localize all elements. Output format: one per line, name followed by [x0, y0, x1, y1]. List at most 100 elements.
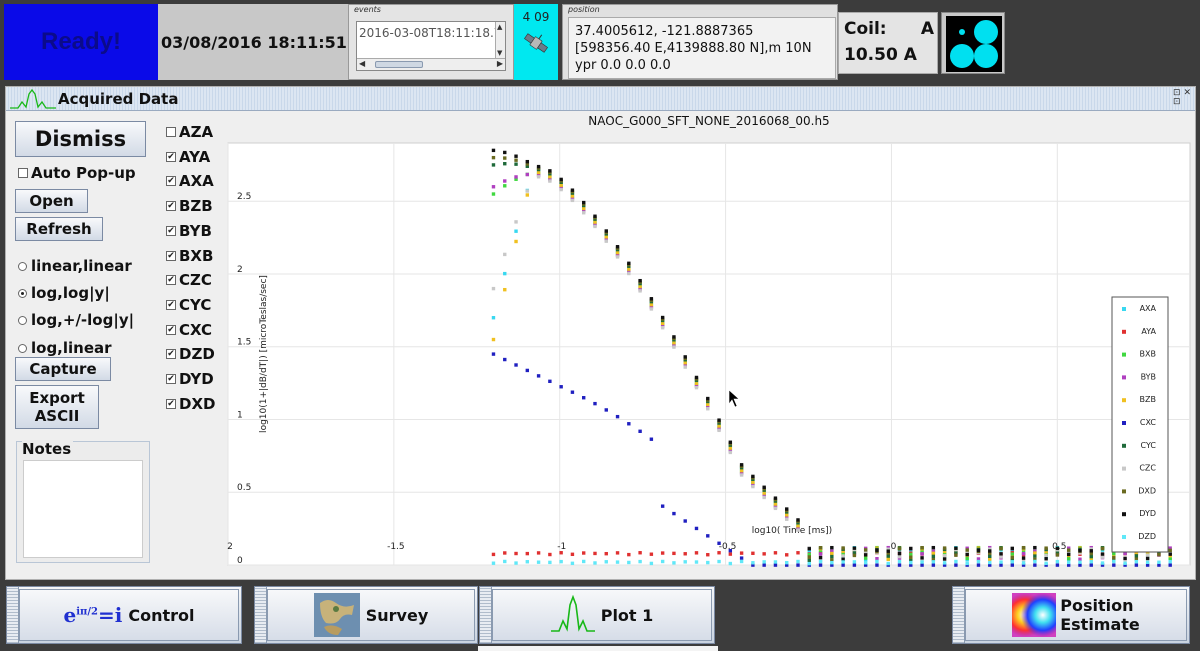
- checkbox-box[interactable]: ✔: [166, 225, 176, 236]
- data-point-dyd: [751, 474, 755, 479]
- y-tick-label: 2.5: [237, 192, 251, 202]
- scale-radio-3[interactable]: log,linear: [18, 339, 112, 357]
- tab-control-body[interactable]: eiπ/2=i Control: [19, 589, 239, 641]
- events-panel: events 2016-03-08T18:11:18.7 ▲ ▼ ◀ ▶: [348, 4, 514, 80]
- data-point-dzd: [525, 560, 530, 564]
- checkbox-box[interactable]: ✔: [166, 201, 176, 212]
- refresh-button[interactable]: Refresh: [15, 217, 103, 241]
- notes-label: Notes: [22, 440, 74, 458]
- data-point-dyd: [931, 545, 936, 550]
- scroll-up-icon[interactable]: ▲: [497, 23, 502, 31]
- events-horizontal-scrollbar[interactable]: ◀ ▶: [357, 58, 505, 70]
- data-point-dzd: [818, 559, 823, 564]
- maximize-icon[interactable]: ⊡: [1173, 98, 1191, 107]
- checkbox-box[interactable]: ✔: [166, 250, 176, 261]
- capture-button[interactable]: Capture: [15, 357, 111, 381]
- checkbox-box[interactable]: ✔: [166, 374, 176, 384]
- data-point-bxb: [965, 556, 969, 561]
- tab-plot-1[interactable]: Plot 1: [479, 586, 715, 644]
- events-list[interactable]: 2016-03-08T18:11:18.7 ▲ ▼ ◀ ▶: [356, 21, 506, 71]
- data-point-czc: [773, 506, 778, 511]
- data-point-dyd: [886, 549, 890, 553]
- events-value[interactable]: 2016-03-08T18:11:18.7: [359, 26, 497, 40]
- data-point-cxc: [615, 414, 620, 419]
- decay-curve-chart: NAOC_G000_SFT_NONE_2016068_00.h5 0 0.5 1 1.5…: [227, 114, 1191, 567]
- data-point-czc: [582, 211, 586, 215]
- data-point-bxb: [491, 192, 496, 196]
- data-point-cxc: [931, 563, 936, 567]
- data-point-dzd: [920, 560, 924, 564]
- checkbox-box[interactable]: [18, 168, 28, 178]
- radio-button[interactable]: [18, 315, 27, 325]
- data-point-dzd: [683, 560, 687, 564]
- channel-checkbox-dyd[interactable]: ✔ DYD: [166, 370, 214, 388]
- data-point-czc: [559, 187, 563, 192]
- data-point-czc: [604, 239, 608, 243]
- tab-position-estimate[interactable]: Position Estimate: [952, 586, 1190, 644]
- data-point-dzd: [1021, 561, 1026, 565]
- channel-checkbox-bxb[interactable]: ✔ BXB: [166, 247, 213, 265]
- scroll-left-icon[interactable]: ◀: [359, 59, 365, 68]
- tab-plot-1-body[interactable]: Plot 1: [492, 589, 712, 641]
- channel-label: DYD: [179, 370, 214, 388]
- radio-button[interactable]: [18, 343, 27, 353]
- checkbox-box[interactable]: ✔: [166, 324, 176, 335]
- tab-survey-body[interactable]: Survey: [267, 589, 475, 641]
- channel-checkbox-dxd[interactable]: ✔ DXD: [166, 395, 215, 413]
- channel-checkbox-bzb[interactable]: ✔ BZB: [166, 197, 213, 215]
- checkbox-box[interactable]: ✔: [166, 398, 176, 409]
- radio-button[interactable]: [18, 288, 27, 298]
- channel-checkbox-axa[interactable]: ✔ AXA: [166, 172, 214, 190]
- checkbox-box[interactable]: ✔: [166, 349, 176, 360]
- scale-radio-2[interactable]: log,+/-log|y|: [18, 311, 134, 329]
- checkbox-box[interactable]: ✔: [166, 299, 176, 310]
- legend-marker: [1122, 466, 1126, 471]
- notes-textarea[interactable]: [23, 460, 143, 558]
- data-point-dyd: [548, 169, 552, 173]
- window-controls[interactable]: ⊡ ✕ ⊡: [1173, 89, 1191, 107]
- tab-survey[interactable]: Survey: [254, 586, 478, 644]
- scroll-right-icon[interactable]: ▶: [497, 59, 503, 68]
- data-point-dyd: [1089, 549, 1093, 553]
- scale-radio-0[interactable]: linear,linear: [18, 257, 132, 275]
- channel-checkbox-aya[interactable]: ✔ AYA: [166, 148, 210, 166]
- events-vertical-scrollbar[interactable]: ▲ ▼: [495, 22, 505, 58]
- tab-control[interactable]: eiπ/2=i Control: [6, 586, 242, 644]
- radio-button[interactable]: [18, 261, 27, 271]
- data-point-dxd: [1021, 545, 1026, 550]
- channel-checkbox-dzd[interactable]: ✔ DZD: [166, 345, 215, 363]
- channel-checkbox-byb[interactable]: ✔ BYB: [166, 222, 212, 240]
- data-point-czc: [525, 189, 530, 193]
- data-point-czc: [1145, 553, 1150, 557]
- tab-position-estimate-body[interactable]: Position Estimate: [965, 589, 1187, 641]
- channel-checkbox-czc[interactable]: ✔ CZC: [166, 271, 212, 289]
- checkbox-box[interactable]: ✔: [166, 151, 176, 162]
- tab-plot-1-label: Plot 1: [600, 605, 654, 625]
- scroll-down-icon[interactable]: ▼: [497, 49, 502, 57]
- data-point-bzb: [717, 424, 721, 428]
- channel-label: CXC: [179, 320, 213, 339]
- channel-checkbox-aza[interactable]: AZA: [166, 123, 213, 141]
- panel-titlebar[interactable]: Acquired Data ⊡ ✕ ⊡: [6, 87, 1195, 111]
- open-button[interactable]: Open: [15, 189, 88, 213]
- formula-rest: =i: [97, 603, 123, 627]
- data-point-dyd: [503, 150, 507, 155]
- data-point-dyd: [660, 315, 665, 320]
- dismiss-button[interactable]: Dismiss: [15, 121, 146, 157]
- checkbox-box[interactable]: ✔: [166, 176, 176, 187]
- export-ascii-button[interactable]: Export ASCII: [15, 385, 99, 429]
- x-axis-label: log10( Time [ms]): [752, 526, 832, 536]
- position-readout: 37.4005612, -121.8887365 [598356.40 E,41…: [568, 17, 836, 79]
- channel-checkbox-cyc[interactable]: ✔ CYC: [166, 296, 211, 314]
- checkbox-box[interactable]: [166, 127, 176, 137]
- scroll-thumb[interactable]: [375, 61, 423, 68]
- channel-checkbox-cxc[interactable]: ✔ CXC: [166, 321, 212, 339]
- data-point-dzd: [1168, 559, 1172, 564]
- scale-radio-1[interactable]: log,log|y|: [18, 284, 110, 302]
- checkbox-box[interactable]: ✔: [166, 275, 176, 286]
- data-point-dzd: [672, 561, 676, 565]
- auto-popup-checkbox[interactable]: Auto Pop-up: [18, 164, 136, 182]
- data-point-aya: [751, 551, 755, 555]
- data-point-dyd: [988, 549, 992, 553]
- data-point-cxc: [875, 563, 879, 567]
